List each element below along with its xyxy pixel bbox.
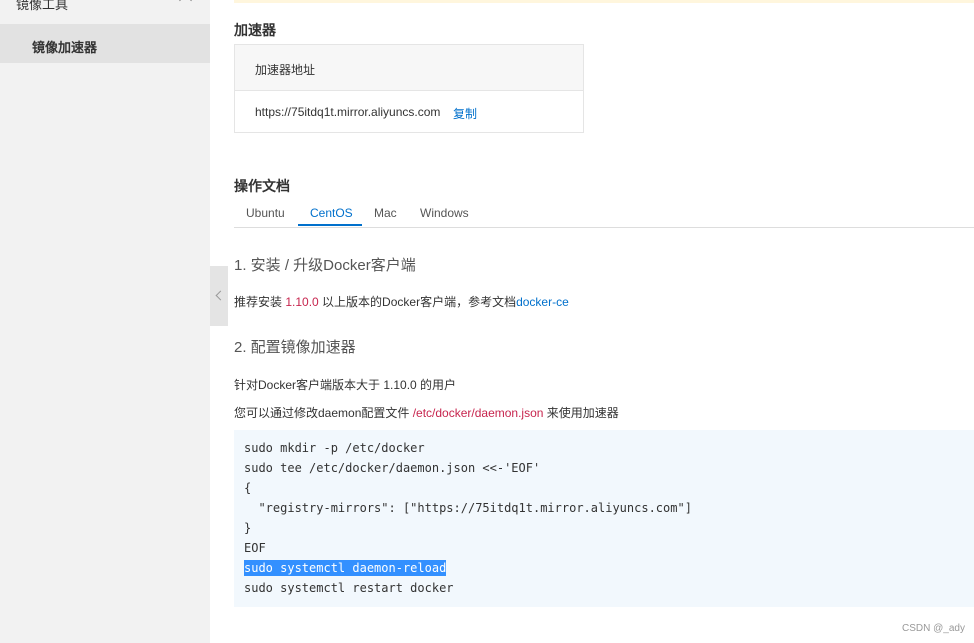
code-block[interactable]: sudo mkdir -p /etc/docker sudo tee /etc/… [234,430,974,607]
copy-link[interactable]: 复制 [453,105,477,122]
chevron-left-icon [215,290,226,301]
sidebar-collapse-toggle[interactable] [210,266,228,326]
code-line: "registry-mirrors": ["https://75itdq1t.m… [244,501,692,515]
tab-mac[interactable]: Mac [374,206,397,220]
accelerator-table-header: 加速器地址 [235,45,583,91]
step1-text-prefix: 推荐安装 [234,295,286,309]
step1-text: 推荐安装 1.10.0 以上版本的Docker客户端，参考文档docker-ce [234,293,569,310]
os-tabs: Ubuntu CentOS Mac Windows [234,198,974,228]
step2-para1: 针对Docker客户端版本大于 1.10.0 的用户 [234,378,457,392]
tab-centos[interactable]: CentOS [310,206,353,220]
watermark: CSDN @_ady [902,623,965,634]
step1-text-mid: 以上版本的Docker客户端，参考文档 [318,295,517,309]
active-tab-indicator [298,224,362,226]
code-line-selected: sudo systemctl daemon-reload [244,560,447,576]
sidebar-item-label: 镜像加速器 [32,40,98,55]
step2-para2-prefix: 您可以通过修改daemon配置文件 [234,406,413,420]
tab-ubuntu[interactable]: Ubuntu [246,206,285,220]
code-line: { [244,481,252,495]
notice-banner-edge [234,0,974,3]
accelerator-address-header: 加速器地址 [255,63,316,77]
code-line: EOF [244,541,266,555]
sidebar: 镜像工具 镜像加速器 [0,0,210,643]
docs-section-title: 操作文档 [234,178,290,194]
recommended-version: 1.10.0 [285,295,319,309]
step2-para2-suffix: 来使用加速器 [543,406,619,420]
sidebar-group-mirror-tools[interactable]: 镜像工具 [0,0,210,24]
code-line: sudo systemctl restart docker [244,581,454,595]
accelerator-section-title: 加速器 [234,22,276,38]
config-path: /etc/docker/daemon.json [412,406,544,420]
code-line: } [244,521,252,535]
chevron-up-icon[interactable] [179,0,192,7]
code-line: sudo mkdir -p /etc/docker [244,441,425,455]
step2-title: 2. 配置镜像加速器 [234,339,356,356]
accelerator-table: 加速器地址 https://75itdq1t.mirror.aliyuncs.c… [234,44,584,133]
docker-ce-link[interactable]: docker-ce [516,295,569,309]
sidebar-group-label: 镜像工具 [16,0,69,12]
step1-title: 1. 安装 / 升级Docker客户端 [234,257,416,274]
accelerator-url: https://75itdq1t.mirror.aliyuncs.com [255,105,441,119]
step2-para2: 您可以通过修改daemon配置文件 /etc/docker/daemon.jso… [234,404,619,421]
code-line: sudo tee /etc/docker/daemon.json <<-'EOF… [244,461,541,475]
tab-windows[interactable]: Windows [420,206,469,220]
sidebar-item-mirror-accelerator[interactable]: 镜像加速器 [0,24,210,63]
